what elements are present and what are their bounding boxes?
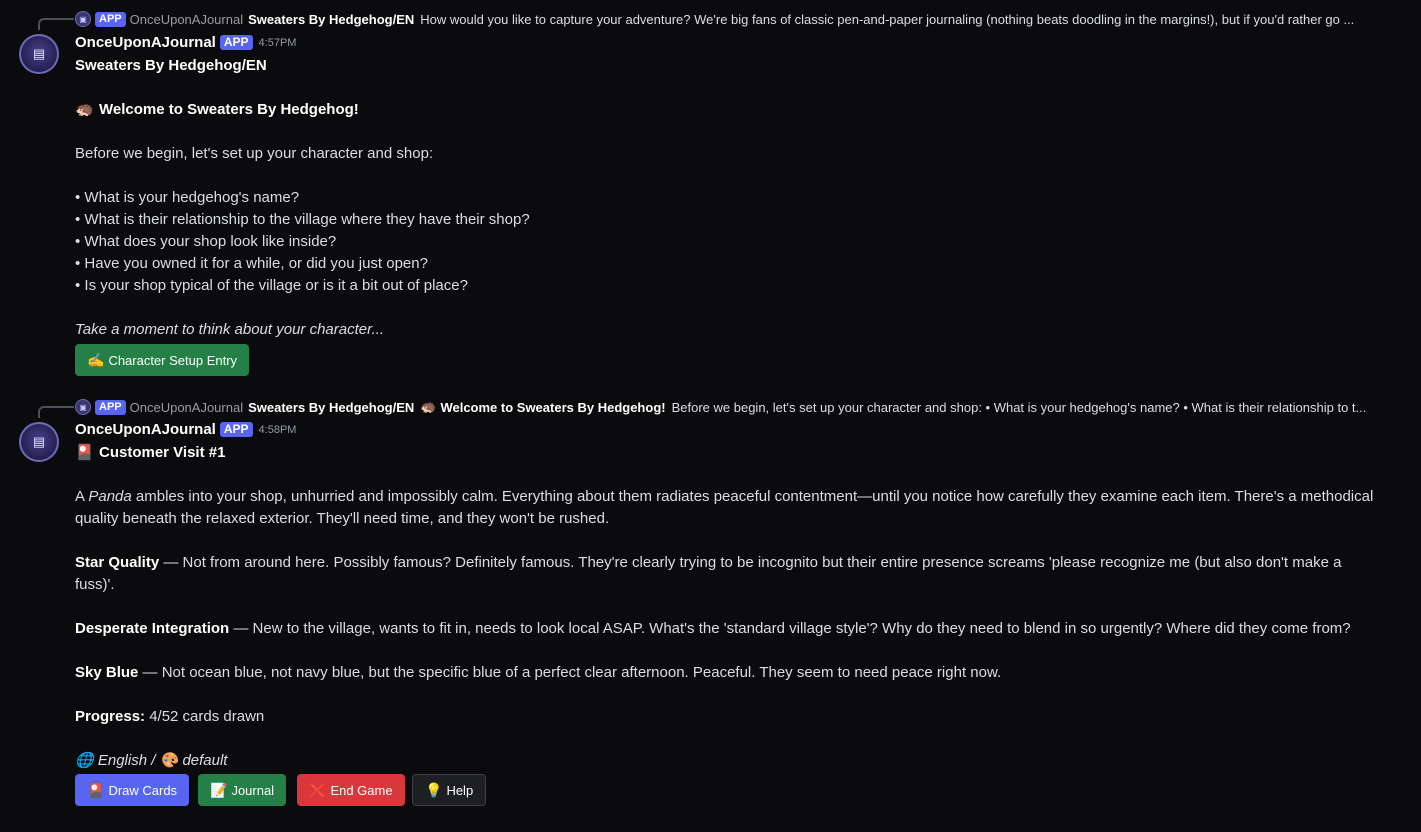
trait-text: — Not from around here. Possibly famous?… bbox=[75, 554, 1342, 593]
timestamp[interactable]: 4:57PM bbox=[259, 37, 297, 49]
question-item: • What is their relationship to the vill… bbox=[75, 211, 530, 228]
trait-text: — Not ocean blue, not navy blue, but the… bbox=[138, 664, 1002, 681]
end-game-button[interactable]: ❌ End Game bbox=[297, 774, 405, 806]
button-label: Character Setup Entry bbox=[108, 352, 238, 368]
customer-animal: Panda bbox=[88, 488, 132, 505]
trait-name: Star Quality bbox=[75, 554, 160, 571]
welcome-text: Welcome to Sweaters By Hedgehog! bbox=[99, 101, 359, 118]
reply-title: Sweaters By Hedgehog/EN bbox=[248, 399, 415, 415]
username[interactable]: OnceUponAJournal bbox=[75, 421, 216, 438]
button-label: Draw Cards bbox=[108, 782, 178, 798]
trait-item: Star Quality — Not from around here. Pos… bbox=[75, 552, 1375, 596]
flower-playing-cards-icon: 🎴 bbox=[75, 444, 94, 461]
memo-icon: 📝 bbox=[210, 781, 228, 798]
app-tag: APP bbox=[219, 35, 253, 50]
globe-icon: 🌐 bbox=[75, 752, 94, 769]
trait-item: Desperate Integration — New to the villa… bbox=[75, 618, 1375, 640]
button-label: End Game bbox=[330, 782, 393, 798]
light-bulb-icon: 💡 bbox=[425, 781, 443, 798]
language-label: English bbox=[97, 752, 148, 769]
reply-text: Before we begin, let's set up your chara… bbox=[671, 399, 1367, 415]
username[interactable]: OnceUponAJournal bbox=[75, 34, 216, 51]
palette-icon: 🎨 bbox=[159, 752, 179, 769]
progress-label: Progress: bbox=[75, 708, 146, 725]
desc-prefix: A bbox=[75, 488, 89, 505]
reply-preview[interactable]: ▣ APP OnceUponAJournal Sweaters By Hedge… bbox=[75, 398, 1385, 416]
reply-avatar-icon: ▣ bbox=[75, 11, 91, 27]
trait-name: Desperate Integration bbox=[75, 620, 230, 637]
visit-description: A Panda ambles into your shop, unhurried… bbox=[75, 486, 1375, 530]
button-label: Help bbox=[446, 782, 474, 798]
book-icon: ▤ bbox=[32, 434, 46, 449]
theme-label: default bbox=[182, 752, 228, 769]
reply-bold-text: Welcome to Sweaters By Hedgehog! bbox=[440, 399, 666, 415]
book-icon: ▤ bbox=[32, 46, 46, 61]
reply-avatar-icon: ▣ bbox=[75, 399, 91, 415]
reply-title: Sweaters By Hedgehog/EN bbox=[248, 11, 415, 27]
draw-cards-button[interactable]: 🎴 Draw Cards bbox=[75, 774, 190, 806]
prompt-text: Take a moment to think about your charac… bbox=[75, 321, 385, 338]
character-setup-button[interactable]: ✍️ Character Setup Entry bbox=[75, 344, 250, 376]
hedgehog-icon: 🦔 bbox=[75, 101, 94, 118]
progress-line: Progress: 4/52 cards drawn bbox=[75, 706, 264, 728]
message-header: OnceUponAJournal APP 4:58PM bbox=[75, 421, 296, 438]
trait-name: Sky Blue bbox=[75, 664, 139, 681]
trait-item: Sky Blue — Not ocean blue, not navy blue… bbox=[75, 662, 1375, 684]
reply-author[interactable]: OnceUponAJournal bbox=[130, 400, 243, 415]
timestamp[interactable]: 4:58PM bbox=[259, 424, 297, 436]
reply-author[interactable]: OnceUponAJournal bbox=[130, 12, 243, 27]
help-button[interactable]: 💡 Help bbox=[412, 774, 487, 806]
visit-title: Customer Visit #1 bbox=[99, 444, 226, 461]
app-tag: APP bbox=[95, 11, 126, 27]
welcome-heading: 🦔 Welcome to Sweaters By Hedgehog! bbox=[75, 99, 359, 121]
question-item: • Have you owned it for a while, or did … bbox=[75, 255, 428, 272]
question-item: • Is your shop typical of the village or… bbox=[75, 277, 468, 294]
visit-heading: 🎴 Customer Visit #1 bbox=[75, 442, 225, 464]
reply-connector bbox=[38, 406, 74, 418]
app-tag: APP bbox=[95, 399, 126, 415]
avatar[interactable]: ▤ bbox=[19, 422, 59, 462]
reply-preview[interactable]: ▣ APP OnceUponAJournal Sweaters By Hedge… bbox=[75, 10, 1385, 28]
intro-text: Before we begin, let's set up your chara… bbox=[75, 145, 434, 162]
progress-value: 4/52 cards drawn bbox=[145, 708, 265, 725]
hedgehog-icon: 🦔 bbox=[420, 399, 437, 414]
app-tag: APP bbox=[219, 422, 253, 437]
journal-button[interactable]: 📝 Journal bbox=[198, 774, 287, 806]
question-item: • What is your hedgehog's name? bbox=[75, 189, 300, 206]
avatar[interactable]: ▤ bbox=[19, 34, 59, 74]
message-header: OnceUponAJournal APP 4:57PM bbox=[75, 34, 296, 51]
reply-text: How would you like to capture your adven… bbox=[420, 11, 1355, 27]
writing-hand-icon: ✍️ bbox=[87, 351, 105, 368]
separator: / bbox=[147, 752, 160, 769]
desc-text: ambles into your shop, unhurried and imp… bbox=[75, 488, 1374, 527]
question-item: • What does your shop look like inside? bbox=[75, 233, 337, 250]
language-theme-line: 🌐 English / 🎨 default bbox=[75, 750, 227, 772]
cross-mark-icon: ❌ bbox=[309, 781, 327, 798]
button-label: Journal bbox=[231, 782, 275, 798]
embed-title: Sweaters By Hedgehog/EN bbox=[75, 57, 267, 74]
reply-connector bbox=[38, 18, 74, 30]
trait-text: — New to the village, wants to fit in, n… bbox=[229, 620, 1351, 637]
flower-playing-cards-icon: 🎴 bbox=[87, 781, 105, 798]
